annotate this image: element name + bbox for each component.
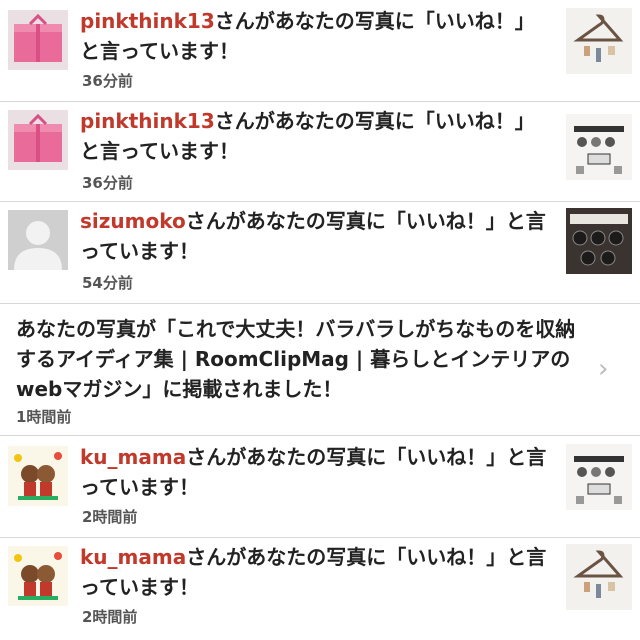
pink-gift-box-icon[interactable] (8, 110, 68, 170)
notification-row[interactable]: sizumokoさんがあなたの写真に「いいね！」と言っています！ 54分前 (0, 202, 640, 300)
timestamp: 2時間前 (82, 508, 138, 526)
username-link[interactable]: ku_mama (80, 445, 186, 469)
shelf-photo-icon[interactable] (566, 444, 632, 510)
default-person-icon[interactable] (8, 210, 68, 270)
timestamp: 1時間前 (16, 408, 72, 426)
notification-text: pinkthink13さんがあなたの写真に「いいね！」と言っています！ (80, 106, 550, 166)
notification-list: pinkthink13さんがあなたの写真に「いいね！」と言っています！ 36分前 (0, 0, 640, 640)
username-link[interactable]: sizumoko (80, 209, 186, 233)
notification-row[interactable]: pinkthink13さんがあなたの写真に「いいね！」と言っています！ 36分前 (0, 0, 640, 100)
storage-box-photo-icon[interactable] (566, 208, 632, 274)
chevron-right-icon[interactable]: › (598, 354, 608, 384)
feature-notice-row[interactable]: あなたの写真が「これで大丈夫！バラバラしがちなものを収納するアイディア集 | R… (0, 304, 640, 434)
notification-row[interactable]: pinkthink13さんがあなたの写真に「いいね！」と言っています！ 36分前 (0, 102, 640, 200)
notification-text: sizumokoさんがあなたの写真に「いいね！」と言っています！ (80, 206, 550, 266)
timestamp: 54分前 (82, 274, 133, 292)
timestamp: 36分前 (82, 174, 133, 192)
notification-text: ku_mamaさんがあなたの写真に「いいね！」と言っています！ (80, 442, 550, 502)
username-link[interactable]: ku_mama (80, 545, 186, 569)
timestamp: 2時間前 (82, 608, 138, 626)
username-link[interactable]: pinkthink13 (80, 9, 215, 33)
notification-text: ku_mamaさんがあなたの写真に「いいね！」と言っています！ (80, 542, 550, 602)
teddy-bears-icon[interactable] (8, 446, 68, 506)
pink-gift-box-icon[interactable] (8, 10, 68, 70)
hanger-photo-icon[interactable] (566, 544, 632, 610)
shelf-photo-icon[interactable] (566, 114, 632, 180)
notification-row[interactable]: ku_mamaさんがあなたの写真に「いいね！」と言っています！ 2時間前 (0, 436, 640, 536)
notification-text: pinkthink13さんがあなたの写真に「いいね！」と言っています！ (80, 6, 550, 66)
teddy-bears-icon[interactable] (8, 546, 68, 606)
notice-message: あなたの写真が「これで大丈夫！バラバラしがちなものを収納するアイディア集 | R… (16, 317, 576, 401)
notification-row[interactable]: ku_mamaさんがあなたの写真に「いいね！」と言っています！ 2時間前 (0, 538, 640, 640)
timestamp: 36分前 (82, 72, 133, 90)
hanger-photo-icon[interactable] (566, 8, 632, 74)
username-link[interactable]: pinkthink13 (80, 109, 215, 133)
